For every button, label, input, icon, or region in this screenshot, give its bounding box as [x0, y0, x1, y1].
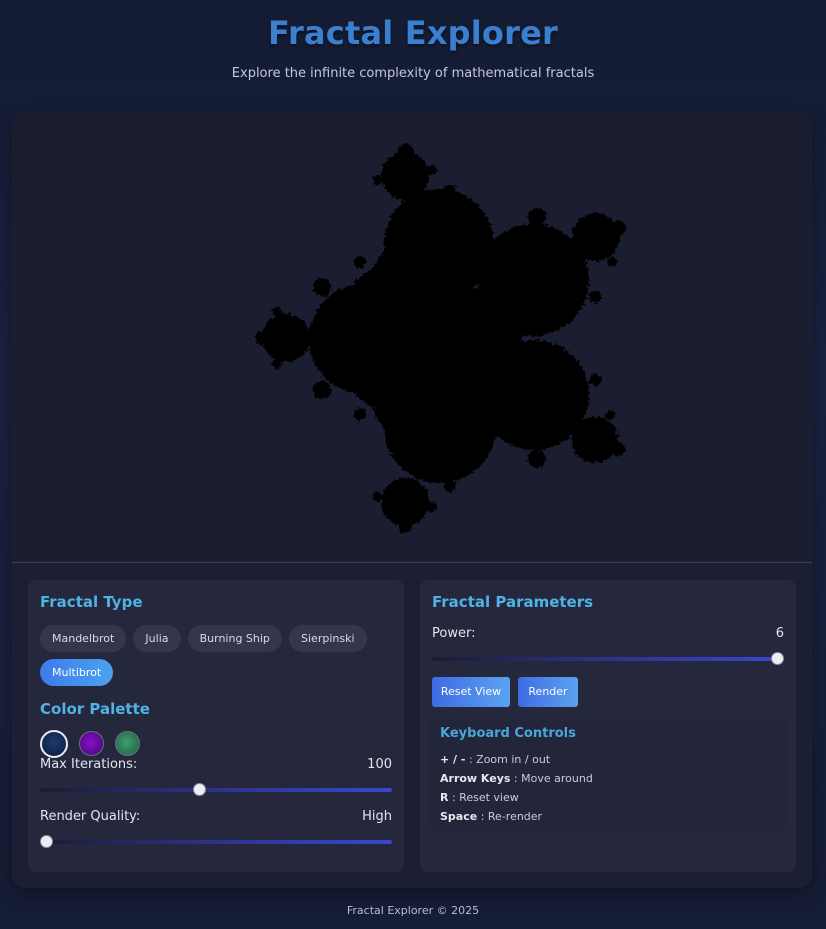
- color-palette-swatches: [40, 730, 146, 758]
- max-iterations-label: Max Iterations:: [40, 757, 138, 772]
- keyboard-key: Space: [440, 810, 478, 823]
- render-quality-label: Render Quality:: [40, 809, 141, 824]
- footer: Fractal Explorer © 2025: [346, 904, 480, 917]
- keyboard-key: R: [440, 791, 449, 804]
- power-thumb[interactable]: [771, 652, 784, 665]
- max-iterations-value: 100: [367, 757, 392, 772]
- fractal-option-sierpinski[interactable]: Sierpinski: [289, 625, 367, 652]
- palette-swatch-green[interactable]: [115, 731, 141, 756]
- keyboard-row: R : Reset view: [440, 791, 519, 804]
- fractal-option-mandelbrot[interactable]: Mandelbrot: [40, 625, 127, 652]
- keyboard-desc: : Zoom in / out: [468, 753, 551, 766]
- fractal-option-burning-ship[interactable]: Burning Ship: [187, 625, 282, 652]
- page-title: Fractal Explorer: [268, 14, 558, 52]
- power-value: 6: [775, 626, 784, 641]
- keyboard-row: Space : Re-render: [440, 810, 542, 823]
- fractal-type-title: Fractal Type: [40, 593, 143, 611]
- keyboard-row: Arrow Keys : Move around: [440, 772, 593, 785]
- reset-view-button[interactable]: Reset View: [432, 677, 510, 707]
- fractal-option-multibrot[interactable]: Multibrot: [40, 659, 114, 686]
- fractal-option-julia[interactable]: Julia: [133, 625, 181, 652]
- main-panel: Fractal Type Mandelbrot Julia Burning Sh…: [12, 112, 812, 888]
- color-palette-title: Color Palette: [40, 700, 150, 718]
- keyboard-row: + / - : Zoom in / out: [440, 753, 550, 766]
- keyboard-controls: Keyboard Controls + / - : Zoom in / out …: [428, 718, 788, 830]
- palette-swatch-blue[interactable]: [40, 730, 68, 758]
- keyboard-key: + / -: [440, 753, 466, 766]
- fractal-canvas[interactable]: [12, 112, 812, 563]
- power-label: Power:: [432, 626, 476, 641]
- power-slider[interactable]: [432, 652, 784, 665]
- keyboard-controls-title: Keyboard Controls: [440, 726, 576, 741]
- page-header: Fractal Explorer Explore the infinite co…: [0, 0, 826, 112]
- keyboard-key: Arrow Keys: [440, 772, 511, 785]
- keyboard-desc: : Reset view: [451, 791, 519, 804]
- keyboard-desc: : Re-render: [480, 810, 543, 823]
- controls-card: Fractal Type Mandelbrot Julia Burning Sh…: [28, 580, 404, 872]
- page-subtitle: Explore the infinite complexity of mathe…: [231, 66, 595, 81]
- max-iterations-slider[interactable]: [40, 783, 392, 796]
- fractal-image: [255, 144, 626, 533]
- render-quality-slider[interactable]: [40, 835, 392, 848]
- fractal-type-options: Mandelbrot Julia Burning Ship Sierpinski…: [40, 625, 392, 693]
- render-quality-thumb[interactable]: [40, 835, 53, 848]
- fractal-parameters-title: Fractal Parameters: [432, 593, 594, 611]
- parameters-card: Fractal Parameters Power: 6 Reset View R…: [420, 580, 796, 872]
- keyboard-desc: : Move around: [513, 772, 593, 785]
- render-quality-value: High: [362, 809, 392, 824]
- palette-swatch-purple[interactable]: [79, 731, 105, 756]
- max-iterations-thumb[interactable]: [192, 783, 206, 796]
- render-button[interactable]: Render: [518, 677, 578, 707]
